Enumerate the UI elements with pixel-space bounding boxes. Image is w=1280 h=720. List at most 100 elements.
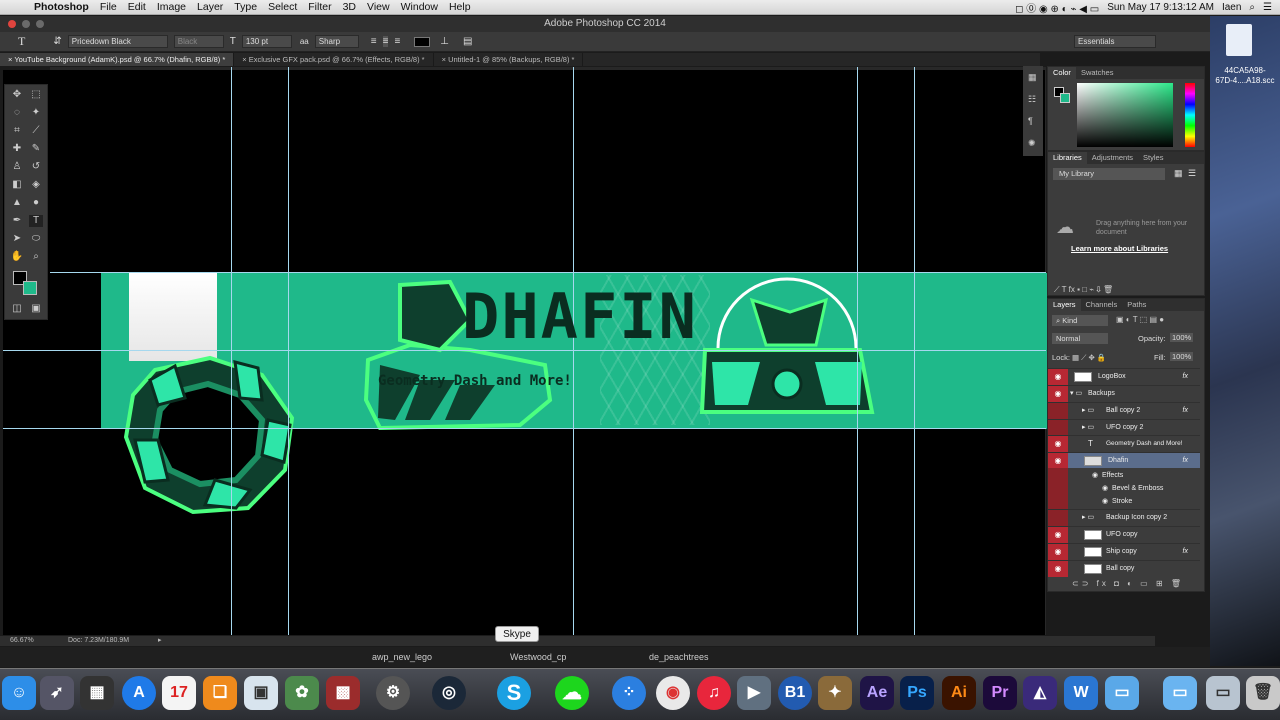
character-icon[interactable]: ¶: [1028, 116, 1033, 126]
zoom-tool-icon[interactable]: ⌕: [29, 251, 43, 263]
calendar-icon[interactable]: 17: [162, 676, 196, 710]
tab-paths[interactable]: Paths: [1122, 299, 1151, 311]
library-footer-icons[interactable]: ⟋ T fx ▪ □ ⌁ ⇩ 🗑: [1048, 284, 1204, 296]
fx-badge[interactable]: fx: [1183, 453, 1188, 469]
layer-effect-stroke[interactable]: ◉ Stroke: [1048, 494, 1200, 510]
bg-color-chip[interactable]: [1060, 93, 1070, 103]
type-tool-icon[interactable]: T: [29, 215, 43, 227]
spotlight-icon[interactable]: ⌕: [1249, 2, 1255, 13]
finder-icon[interactable]: ☺: [2, 676, 36, 710]
ufo-icon[interactable]: [699, 277, 875, 414]
notifications-icon[interactable]: ☰: [1263, 2, 1272, 13]
properties-icon[interactable]: ☷: [1028, 94, 1036, 105]
history-icon[interactable]: ▦: [1028, 72, 1037, 83]
brush-tool-icon[interactable]: ✎: [29, 143, 43, 155]
visibility-eye-icon[interactable]: [1048, 420, 1068, 436]
guide-line[interactable]: [50, 272, 1046, 273]
layer-row-logobox[interactable]: ◉ LogoBox fx: [1048, 368, 1200, 385]
downloads-folder-icon[interactable]: ▭: [1163, 676, 1197, 710]
visibility-eye-icon[interactable]: ◉: [1048, 561, 1068, 577]
layer-row-ufo-copy[interactable]: ◉ UFO copy: [1048, 526, 1200, 543]
healing-brush-icon[interactable]: ✚: [10, 143, 24, 155]
layer-row-dhafin-selected[interactable]: ◉ Dhafin fx: [1048, 452, 1200, 469]
fill-input[interactable]: 100%: [1170, 352, 1194, 361]
layers-footer-icons[interactable]: ⊂⊃ fx ◘ ◐ ▭ ⊞ 🗑: [1048, 577, 1204, 591]
quick-mask-icon[interactable]: ◫: [10, 303, 24, 315]
cloud-icon[interactable]: ☁: [555, 676, 589, 710]
hue-slider[interactable]: [1185, 83, 1195, 147]
title-text-layer[interactable]: Dhafin: [462, 284, 698, 350]
zoom-level[interactable]: 66.67%: [10, 636, 34, 646]
effect-eye-icon[interactable]: ◉: [1102, 494, 1108, 510]
fx-badge[interactable]: fx: [1183, 369, 1188, 385]
motion-icon[interactable]: ◭: [1023, 676, 1057, 710]
marquee-tool-icon[interactable]: ⬚: [29, 89, 43, 101]
ibooks-icon[interactable]: ❏: [203, 676, 237, 710]
visibility-eye-icon[interactable]: ◉: [1048, 436, 1068, 452]
game-icon[interactable]: ✦: [818, 676, 852, 710]
launchpad-icon[interactable]: ➶: [40, 676, 74, 710]
blend-mode-select[interactable]: Normal: [1052, 333, 1108, 344]
blur-tool-icon[interactable]: ▲: [10, 197, 24, 209]
subtitle-text-layer[interactable]: Geometry Dash and More!: [378, 372, 572, 390]
ellipse-tool-icon[interactable]: ⬭: [29, 233, 43, 245]
crop-tool-icon[interactable]: ⌗: [10, 125, 24, 137]
learn-libraries-link[interactable]: Learn more about Libraries: [1071, 244, 1168, 253]
skype-icon[interactable]: S: [497, 676, 531, 710]
system-preferences-icon[interactable]: ⚙: [376, 676, 410, 710]
doc-size[interactable]: Doc: 7.23M/180.9M: [68, 636, 129, 646]
visibility-eye-icon[interactable]: ◉: [1048, 544, 1068, 560]
preview-icon[interactable]: ▣: [244, 676, 278, 710]
workspace-select[interactable]: Essentials: [1074, 35, 1156, 48]
list-view-icon[interactable]: ☰: [1188, 168, 1196, 179]
layer-row-ship-copy[interactable]: ◉ Ship copy fx: [1048, 543, 1200, 560]
video-icon[interactable]: ▶: [737, 676, 771, 710]
eyedropper-icon[interactable]: ⟋: [29, 125, 43, 137]
after-effects-icon[interactable]: Ae: [860, 676, 894, 710]
layer-row-backups-group[interactable]: ◉ ▾ ▭ Backups: [1048, 385, 1200, 402]
layer-filter-select[interactable]: ⌕ Kind: [1052, 315, 1108, 326]
paint-bucket-icon[interactable]: ◈: [29, 179, 43, 191]
screen-icon[interactable]: ▭: [1206, 676, 1240, 710]
pen-tool-icon[interactable]: ✒: [10, 215, 24, 227]
path-select-icon[interactable]: ➤: [10, 233, 24, 245]
photoshop-icon[interactable]: Ps: [900, 676, 934, 710]
tab-libraries[interactable]: Libraries: [1048, 152, 1087, 164]
word-icon[interactable]: W: [1064, 676, 1098, 710]
lock-icons[interactable]: ▦ ⟋ ✥ 🔒: [1072, 353, 1106, 363]
visibility-eye-icon[interactable]: ◉: [1048, 527, 1068, 543]
photo-icon[interactable]: ✿: [285, 676, 319, 710]
layer-row-ufo-copy-2[interactable]: ▸ ▭ UFO copy 2: [1048, 419, 1200, 436]
brush-presets-icon[interactable]: ✺: [1028, 138, 1036, 149]
layer-filter-icons[interactable]: ▣ ◐ T ⬚ ▤ ●: [1116, 315, 1164, 324]
guide-line[interactable]: [3, 428, 1046, 429]
fx-badge[interactable]: fx: [1183, 544, 1188, 560]
illustrator-icon[interactable]: Ai: [942, 676, 976, 710]
dodge-tool-icon[interactable]: ●: [29, 197, 43, 209]
tab-styles[interactable]: Styles: [1138, 152, 1168, 164]
photo-booth-icon[interactable]: ▩: [326, 676, 360, 710]
b1-icon[interactable]: B1: [778, 676, 812, 710]
layer-row-backup-icon-copy-2[interactable]: ▸ ▭ Backup Icon copy 2: [1048, 509, 1200, 526]
opacity-input[interactable]: 100%: [1170, 333, 1194, 342]
tab-swatches[interactable]: Swatches: [1076, 67, 1119, 79]
premiere-icon[interactable]: Pr: [983, 676, 1017, 710]
magic-wand-icon[interactable]: ✦: [29, 107, 43, 119]
app-store-icon[interactable]: A: [122, 676, 156, 710]
visibility-eye-icon[interactable]: [1048, 494, 1068, 510]
itunes-icon[interactable]: ♫: [697, 676, 731, 710]
layer-row-ball-copy[interactable]: ◉ Ball copy: [1048, 560, 1200, 577]
layer-row-subtitle-text[interactable]: ◉ T Geometry Dash and More!: [1048, 435, 1200, 452]
history-brush-icon[interactable]: ↺: [29, 161, 43, 173]
grid-view-icon[interactable]: ▦: [1174, 168, 1183, 179]
visibility-eye-icon[interactable]: ◉: [1048, 453, 1068, 469]
ball-icon[interactable]: [123, 355, 295, 515]
stamp-tool-icon[interactable]: ♙: [10, 161, 24, 173]
screen-mode-icon[interactable]: ▣: [29, 303, 43, 315]
tab-channels[interactable]: Channels: [1081, 299, 1123, 311]
hand-tool-icon[interactable]: ✋: [10, 251, 24, 263]
menubar-clock[interactable]: Sun May 17 9:13:12 AM: [1107, 2, 1214, 13]
trash-icon[interactable]: 🗑: [1246, 676, 1280, 710]
team-icon[interactable]: ⁘: [612, 676, 646, 710]
lasso-tool-icon[interactable]: ◌: [10, 107, 24, 119]
